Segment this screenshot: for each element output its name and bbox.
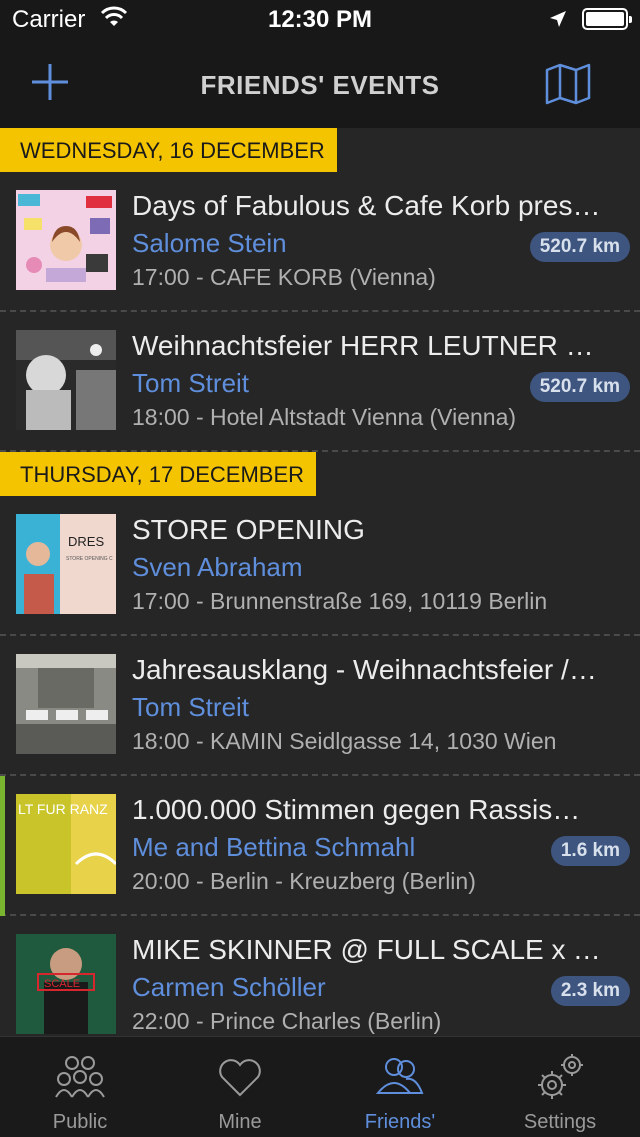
event-time-place: 18:00 - KAMIN Seidlgasse 14, 1030 Wien [132, 728, 557, 754]
event-thumbnail: SCALE [16, 934, 116, 1034]
event-friend[interactable]: Carmen Schöller [132, 972, 512, 1003]
event-thumbnail [16, 330, 116, 430]
map-icon [545, 63, 591, 105]
event-time-place: 18:00 - Hotel Altstadt Vienna (Vienna) [132, 404, 517, 430]
event-time-place: 22:00 - Prince Charles (Berlin) [132, 1008, 442, 1034]
event-thumbnail: LT FUR RANZ [16, 794, 116, 894]
friends-icon [375, 1058, 424, 1094]
thumbnail-subtext: STORE OPENING C [66, 556, 113, 562]
events-list[interactable]: WEDNESDAY, 16 DECEMBER Days of Fabulous … [0, 128, 640, 1036]
clock: 12:30 PM [267, 6, 373, 33]
event-thumbnail: DRES STORE OPENING C [16, 514, 116, 614]
event-friend[interactable]: Sven Abraham [132, 552, 512, 583]
battery-icon [582, 8, 632, 30]
event-row[interactable]: SCALE MIKE SKINNER @ FULL SCALE x TM... … [0, 916, 640, 1036]
distance-badge: 520.7 km [529, 232, 630, 262]
event-row[interactable]: Weihnachtsfeier HERR LEUTNER & E... Tom … [0, 312, 640, 452]
tab-bar: Public Mine Friends' Settings [0, 1036, 640, 1137]
event-friend[interactable]: Tom Streit [132, 692, 512, 723]
event-time-place: 17:00 - CAFE KORB (Vienna) [132, 264, 436, 290]
event-row[interactable]: Days of Fabulous & Cafe Korb presen... S… [0, 172, 640, 312]
tab-label: Friends' [364, 1111, 436, 1133]
map-button[interactable] [544, 62, 592, 106]
distance-badge: 1.6 km [550, 836, 630, 866]
tab-public[interactable]: Public [0, 1037, 160, 1137]
heart-icon [219, 1059, 261, 1097]
tab-friends[interactable]: Friends' [320, 1037, 480, 1137]
section-header: THURSDAY, 17 DECEMBER [0, 452, 640, 496]
event-thumbnail [16, 190, 116, 290]
event-title: Days of Fabulous & Cafe Korb presen... [132, 190, 602, 221]
event-title: MIKE SKINNER @ FULL SCALE x TM... [132, 934, 602, 965]
event-title: Jahresausklang - Weihnachtsfeier / Fi... [132, 654, 602, 685]
navigation-bar: FRIENDS' EVENTS [0, 40, 640, 128]
event-row[interactable]: Jahresausklang - Weihnachtsfeier / Fi...… [0, 636, 640, 776]
thumbnail-text: LT FUR RANZ [18, 801, 108, 817]
event-title: STORE OPENING [132, 514, 365, 545]
tab-label: Settings [523, 1111, 597, 1133]
event-row[interactable]: LT FUR RANZ 1.000.000 Stimmen gegen Rass… [0, 776, 640, 916]
event-friend[interactable]: Me and Bettina Schmahl [132, 832, 512, 863]
event-friend[interactable]: Salome Stein [132, 228, 512, 259]
tab-label: Mine [218, 1111, 262, 1133]
section-date: WEDNESDAY, 16 DECEMBER [0, 128, 337, 172]
location-arrow-icon [548, 9, 568, 34]
event-thumbnail [16, 654, 116, 754]
event-row[interactable]: DRES STORE OPENING C STORE OPENING Sven … [0, 496, 640, 636]
section-header: WEDNESDAY, 16 DECEMBER [0, 128, 640, 172]
event-friend[interactable]: Tom Streit [132, 368, 512, 399]
thumbnail-text: DRES [68, 534, 104, 549]
status-bar: Carrier 12:30 PM [0, 0, 640, 40]
section-date: THURSDAY, 17 DECEMBER [0, 452, 317, 496]
event-time-place: 20:00 - Berlin - Kreuzberg (Berlin) [132, 868, 476, 894]
thumbnail-text: SCALE [44, 978, 80, 990]
tab-mine[interactable]: Mine [160, 1037, 320, 1137]
event-title: 1.000.000 Stimmen gegen Rassismu... [132, 794, 602, 825]
distance-badge: 520.7 km [529, 372, 630, 402]
event-time-place: 17:00 - Brunnenstraße 169, 10119 Berlin [132, 588, 548, 614]
distance-badge: 2.3 km [550, 976, 630, 1006]
tab-settings[interactable]: Settings [480, 1037, 640, 1137]
gears-icon [538, 1054, 583, 1099]
tab-label: Public [52, 1111, 108, 1133]
people-group-icon [55, 1056, 105, 1098]
event-title: Weihnachtsfeier HERR LEUTNER & E... [132, 330, 602, 361]
